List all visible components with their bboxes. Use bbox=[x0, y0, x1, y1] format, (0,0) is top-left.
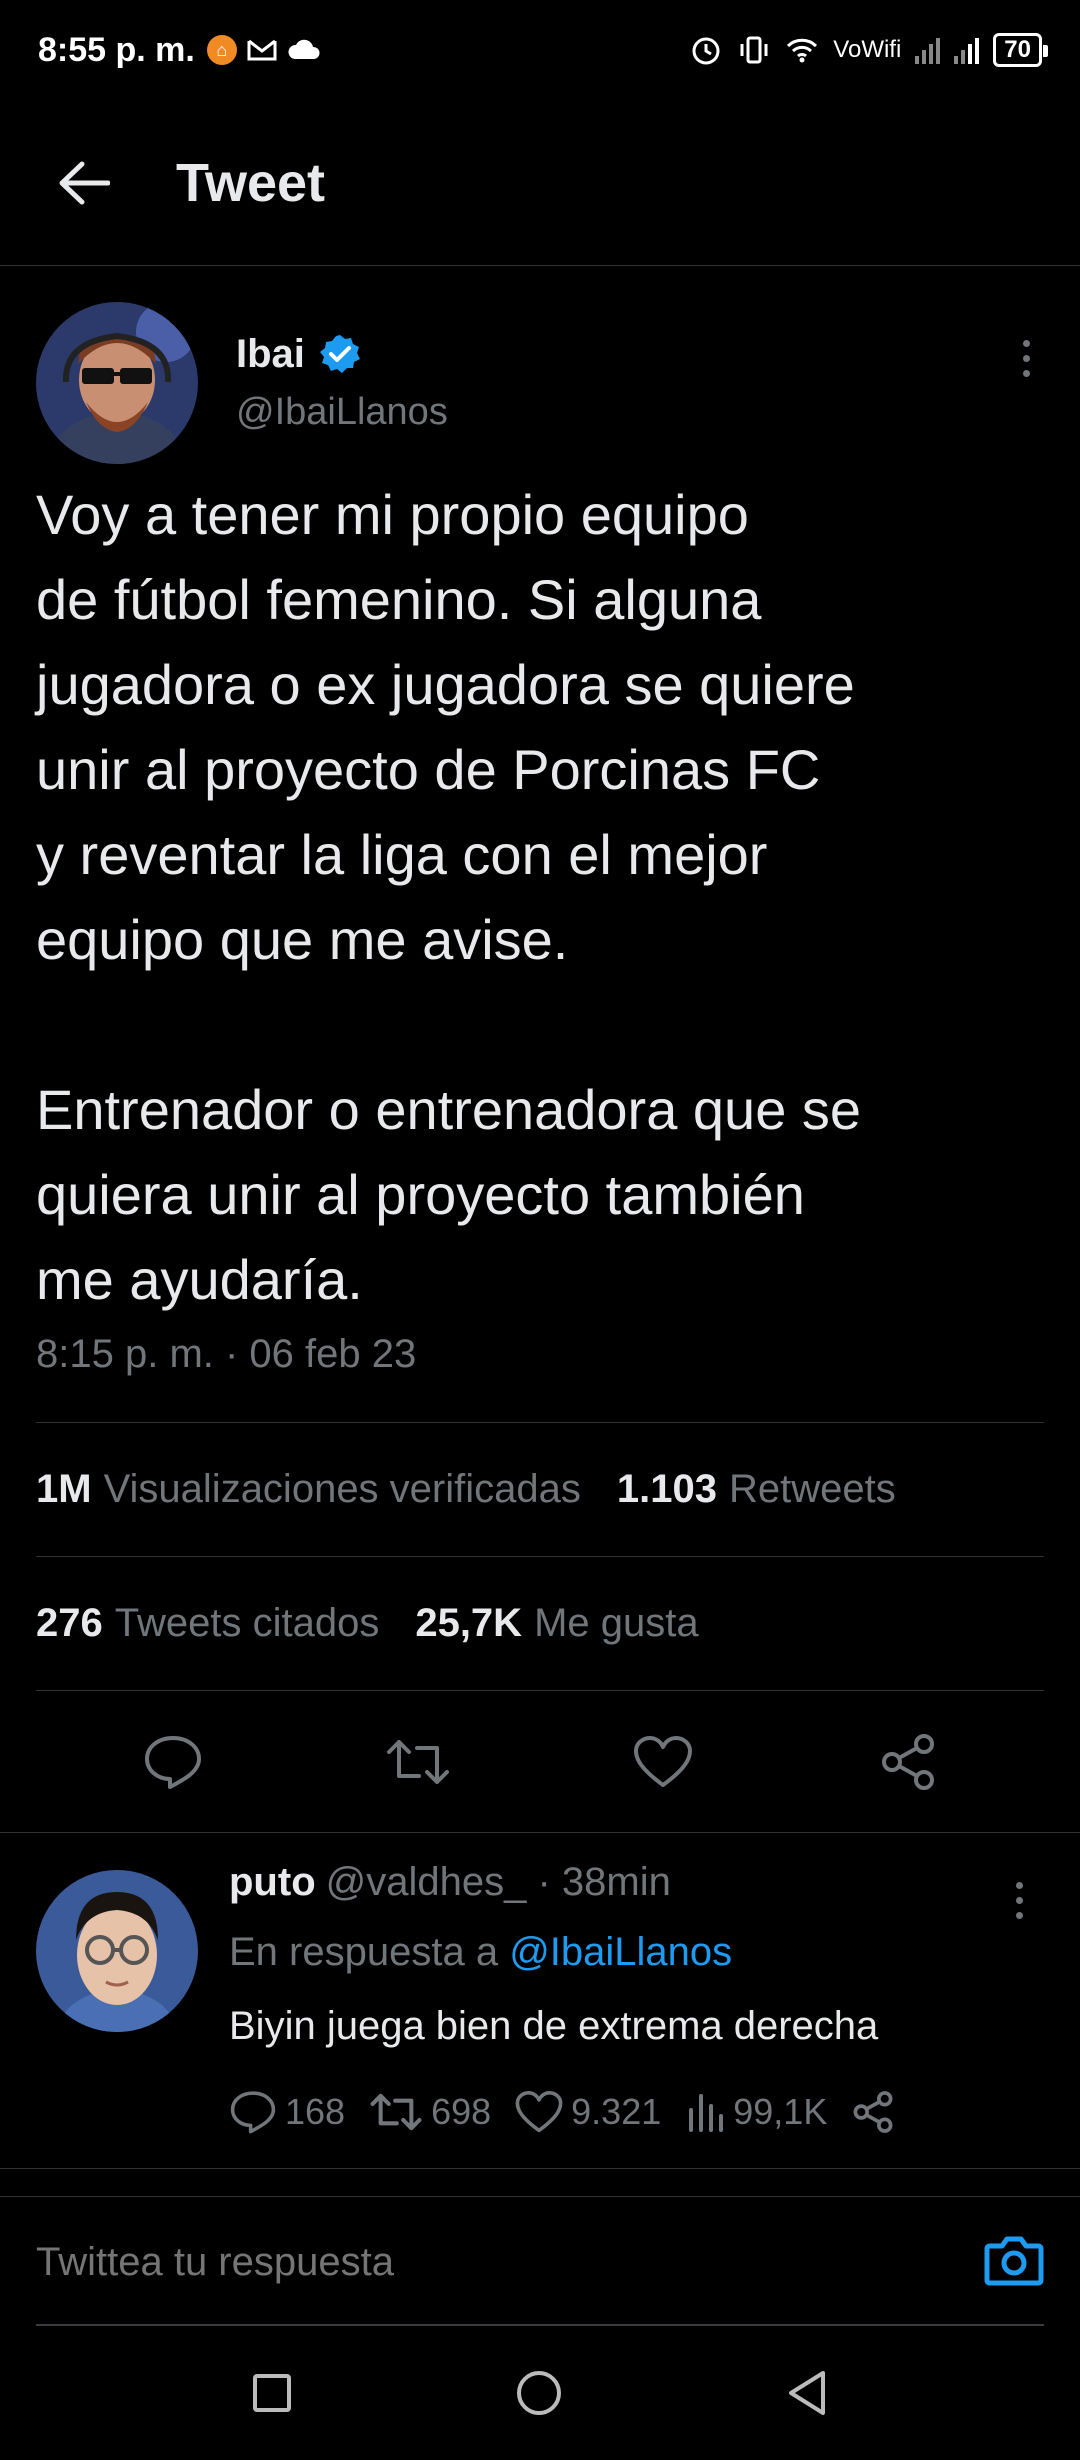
share-icon bbox=[853, 2091, 893, 2133]
app-notification-icon: ⌂ bbox=[206, 35, 237, 65]
reply-icon bbox=[144, 1736, 201, 1789]
circle-icon bbox=[517, 2370, 561, 2415]
retweet-button[interactable] bbox=[378, 1722, 458, 1802]
reply-input[interactable] bbox=[36, 2240, 984, 2285]
gmail-icon bbox=[247, 39, 277, 61]
status-bar: 8:55 p. m. ⌂ VoWifi 70 bbox=[0, 0, 1080, 100]
nav-back-button[interactable] bbox=[785, 2369, 829, 2422]
reply-to-prefix: En respuesta a bbox=[229, 1930, 499, 1974]
signal-icon bbox=[915, 36, 941, 64]
share-button[interactable] bbox=[868, 1722, 948, 1802]
divider bbox=[36, 1556, 1044, 1557]
views-label: Visualizaciones verificadas bbox=[103, 1466, 581, 1511]
home-button[interactable] bbox=[515, 2369, 563, 2422]
battery-icon: 70 bbox=[993, 33, 1048, 67]
reply-text: Biyin juega bien de extrema derecha bbox=[229, 2004, 879, 2048]
divider bbox=[0, 2168, 1080, 2169]
retweets-count: 1.103 bbox=[616, 1466, 717, 1511]
reply-like-count: 9.321 bbox=[571, 2091, 662, 2132]
reply-reply-count: 168 bbox=[285, 2091, 346, 2132]
author-handle[interactable]: @IbaiLlanos bbox=[236, 391, 448, 434]
divider bbox=[36, 1422, 1044, 1423]
author-info: Ibai @IbaiLlanos bbox=[236, 332, 448, 434]
quotes-count: 276 bbox=[36, 1600, 103, 1645]
stats-row-2: 276 Tweets citados 25,7K Me gusta bbox=[36, 1558, 699, 1688]
views-stat[interactable]: 1M Visualizaciones verificadas bbox=[36, 1467, 581, 1512]
retweets-label: Retweets bbox=[728, 1466, 896, 1511]
arrow-left-icon bbox=[59, 161, 110, 204]
verified-badge-icon bbox=[319, 335, 360, 373]
retweet-icon bbox=[386, 1740, 449, 1784]
more-options-icon[interactable] bbox=[1006, 328, 1046, 388]
author-name[interactable]: Ibai bbox=[236, 332, 305, 377]
reply-actions: 168 698 9.321 99,1K bbox=[229, 2090, 1039, 2134]
retweet-icon bbox=[370, 2093, 422, 2131]
quotes-stat[interactable]: 276 Tweets citados bbox=[36, 1601, 379, 1646]
cloud-icon bbox=[288, 39, 320, 59]
page-title: Tweet bbox=[176, 152, 326, 213]
reply-views-count: 99,1K bbox=[733, 2091, 828, 2132]
views-chart-icon bbox=[689, 2094, 724, 2132]
notification-icons: ⌂ bbox=[206, 35, 321, 65]
reply-button[interactable] bbox=[133, 1722, 213, 1802]
reply-share-button[interactable] bbox=[851, 2090, 895, 2134]
alarm-icon bbox=[692, 37, 720, 65]
vibrate-icon bbox=[740, 36, 768, 64]
header: Tweet bbox=[0, 100, 1080, 266]
tweet-author: Ibai @IbaiLlanos bbox=[36, 300, 1046, 465]
system-nav-bar bbox=[0, 2330, 1080, 2460]
reply-icon bbox=[230, 2091, 276, 2134]
reply-retweet-button[interactable]: 698 bbox=[369, 2091, 491, 2133]
reply-retweet-count: 698 bbox=[431, 2091, 492, 2132]
heart-icon bbox=[515, 2091, 563, 2133]
likes-label: Me gusta bbox=[534, 1600, 699, 1645]
status-right: VoWifi 70 bbox=[689, 33, 1048, 67]
reply-composer bbox=[0, 2196, 1080, 2328]
heart-icon bbox=[633, 1736, 692, 1787]
tweet-paragraph-1: Voy a tener mi propio equipo de fútbol f… bbox=[36, 483, 855, 971]
wifi-label: VoWifi bbox=[833, 36, 902, 63]
recent-apps-button[interactable] bbox=[251, 2372, 293, 2419]
camera-icon bbox=[984, 2236, 1044, 2286]
composer-underline bbox=[36, 2324, 1044, 2326]
reply-more-options-icon[interactable] bbox=[999, 1870, 1039, 1930]
signal-icon-2 bbox=[954, 36, 980, 64]
camera-button[interactable] bbox=[984, 2234, 1044, 2291]
divider bbox=[36, 1690, 1044, 1691]
tweet-text: Voy a tener mi propio equipo de fútbol f… bbox=[36, 472, 1046, 1322]
views-count: 1M bbox=[36, 1466, 92, 1511]
status-time: 8:55 p. m. bbox=[38, 30, 195, 69]
reply-handle-time[interactable]: @valdhes_ · 38min bbox=[326, 1860, 671, 1905]
author-name-row: Ibai bbox=[236, 332, 448, 377]
reply-views-button[interactable]: 99,1K bbox=[685, 2091, 827, 2133]
like-button[interactable] bbox=[623, 1722, 703, 1802]
quotes-label: Tweets citados bbox=[114, 1600, 380, 1645]
likes-count: 25,7K bbox=[415, 1600, 523, 1645]
reply-body: puto @valdhes_ · 38min En respuesta a @I… bbox=[229, 1860, 1039, 2134]
avatar[interactable] bbox=[36, 301, 198, 464]
tweet-timestamp[interactable]: 8:15 p. m. · 06 feb 23 bbox=[36, 1332, 416, 1377]
reply-like-button[interactable]: 9.321 bbox=[515, 2090, 661, 2134]
divider bbox=[0, 1832, 1080, 1833]
reply-to-line: En respuesta a @IbaiLlanos bbox=[229, 1930, 1039, 1994]
reply-header: puto @valdhes_ · 38min bbox=[229, 1860, 1039, 1930]
triangle-back-icon bbox=[789, 2370, 825, 2415]
likes-stat[interactable]: 25,7K Me gusta bbox=[415, 1601, 698, 1646]
reply-avatar[interactable] bbox=[36, 1870, 198, 2032]
reply-reply-button[interactable]: 168 bbox=[229, 2090, 345, 2134]
tweet-paragraph-2: Entrenador o entrenadora que se quiera u… bbox=[36, 1078, 862, 1311]
stats-row-1: 1M Visualizaciones verificadas 1.103 Ret… bbox=[36, 1424, 896, 1554]
tweet-actions bbox=[0, 1692, 1080, 1832]
reply-author-name[interactable]: puto bbox=[229, 1860, 316, 1905]
retweets-stat[interactable]: 1.103 Retweets bbox=[617, 1467, 896, 1512]
reply-to-mention[interactable]: @IbaiLlanos bbox=[509, 1930, 732, 1974]
share-icon bbox=[881, 1734, 934, 1790]
square-icon bbox=[253, 2373, 291, 2412]
back-button[interactable] bbox=[44, 143, 124, 223]
wifi-icon bbox=[787, 38, 818, 63]
